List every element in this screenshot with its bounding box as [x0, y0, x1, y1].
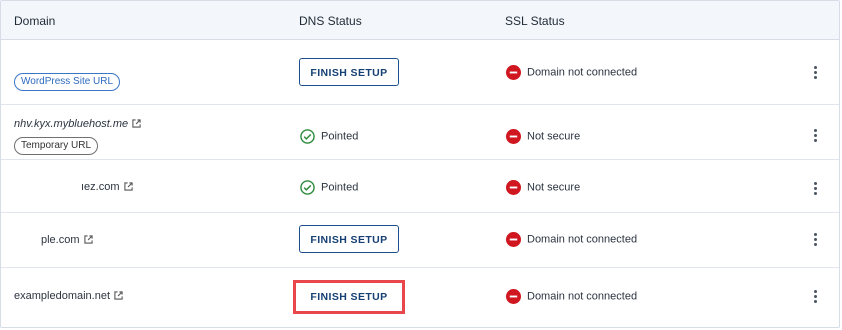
ssl-status: Domain not connected	[506, 65, 637, 80]
ssl-status: Domain not connected	[506, 232, 637, 247]
kebab-menu-icon	[813, 129, 817, 132]
wordpress-site-url-tag: WordPress Site URL	[14, 73, 121, 91]
table-row: ple.com FINISH SETUP Domain not connecte…	[1, 213, 839, 268]
ssl-status-label: Not secure	[527, 130, 581, 143]
ssl-status: Not secure	[506, 180, 580, 195]
column-header-dns-status: DNS Status	[299, 14, 362, 28]
domain-link[interactable]: ple.com	[41, 234, 80, 246]
ssl-status-label: Domain not connected	[527, 233, 638, 246]
row-menu-button[interactable]	[810, 129, 820, 145]
row-menu-button[interactable]	[810, 290, 820, 306]
finish-setup-button[interactable]: FINISH SETUP	[299, 285, 399, 309]
table-row: WordPress Site URL FINISH SETUP Domain n…	[1, 40, 839, 105]
kebab-menu-icon	[813, 182, 817, 185]
ssl-status-label: Domain not connected	[527, 66, 638, 79]
table-row: nhv.kyx.mybluehost.me Temporary URL Poin…	[1, 105, 839, 160]
minus-circle-icon	[506, 129, 521, 144]
ssl-status: Not secure	[506, 129, 580, 144]
external-link-icon[interactable]	[83, 235, 93, 244]
domain-cell: exampledomain.net	[14, 290, 123, 302]
ssl-status: Domain not connected	[506, 289, 637, 304]
column-header-domain: Domain	[14, 14, 56, 28]
domain-link[interactable]: nhv.kyx.mybluehost.me	[14, 118, 128, 130]
dns-status: Pointed	[300, 129, 358, 144]
minus-circle-icon	[506, 65, 521, 80]
domain-link[interactable]: exampledomain.net	[14, 290, 110, 302]
domain-cell: nhv.kyx.mybluehost.me Temporary URL	[14, 118, 141, 155]
row-menu-button[interactable]	[810, 233, 820, 249]
domains-table: Domain DNS Status SSL Status WordPress S…	[0, 0, 840, 328]
external-link-icon[interactable]	[114, 291, 123, 300]
ssl-status-label: Not secure	[527, 181, 581, 194]
dns-status-label: Pointed	[321, 130, 359, 143]
row-menu-button[interactable]	[810, 182, 820, 198]
domain-cell: ple.com	[41, 234, 93, 246]
minus-circle-icon	[506, 180, 521, 195]
table-row: ıez.com Pointed Not secure	[1, 160, 839, 213]
kebab-menu-icon	[813, 233, 817, 236]
row-menu-button[interactable]	[810, 66, 820, 82]
domain-cell: ıez.com	[81, 181, 133, 193]
external-link-icon[interactable]	[123, 182, 133, 191]
finish-setup-button[interactable]: FINISH SETUP	[299, 58, 399, 86]
table-row: exampledomain.net FINISH SETUP Domain no…	[1, 268, 839, 327]
ssl-status-label: Domain not connected	[527, 290, 638, 303]
check-circle-icon	[300, 129, 315, 144]
column-header-ssl-status: SSL Status	[505, 14, 565, 28]
check-circle-icon	[300, 180, 315, 195]
temporary-url-tag: Temporary URL	[14, 137, 99, 155]
kebab-menu-icon	[813, 66, 817, 69]
domain-link[interactable]: ıez.com	[81, 181, 120, 193]
domain-cell: WordPress Site URL	[14, 73, 121, 91]
minus-circle-icon	[506, 289, 521, 304]
kebab-menu-icon	[813, 290, 817, 293]
external-link-icon[interactable]	[132, 119, 141, 128]
table-header: Domain DNS Status SSL Status	[1, 1, 839, 40]
finish-setup-button[interactable]: FINISH SETUP	[299, 225, 399, 253]
dns-status: Pointed	[300, 180, 358, 195]
dns-status-label: Pointed	[321, 181, 359, 194]
minus-circle-icon	[506, 232, 521, 247]
